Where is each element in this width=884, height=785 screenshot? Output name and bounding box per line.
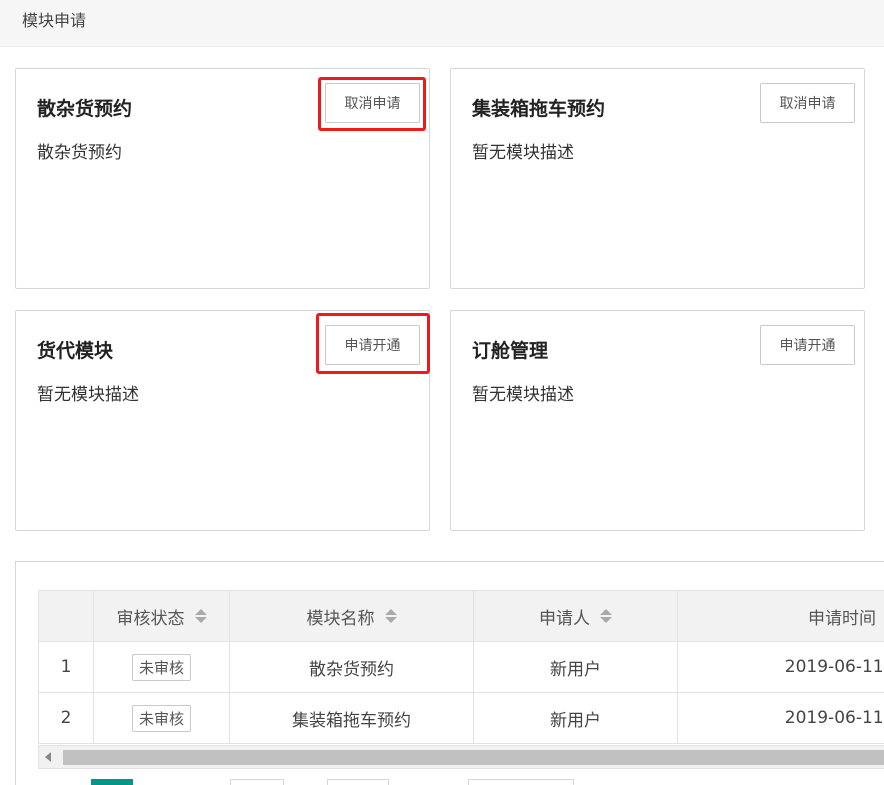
card-description: 暂无模块描述 <box>37 385 139 405</box>
pagination-control[interactable] <box>230 779 284 785</box>
card-title: 散杂货预约 <box>37 98 133 120</box>
column-header-time[interactable]: 申请时间 <box>677 590 884 642</box>
module-name-cell: 集装箱拖车预约 <box>229 692 474 744</box>
apply-time-cell: 2019-06-11 11:22 <box>677 641 884 693</box>
card-description: 散杂货预约 <box>37 143 122 163</box>
application-table: 审核状态 模块名称 申请人 申请时间 1 未审核 散杂货预约 新用户 2019-… <box>38 590 884 744</box>
card-title: 订舱管理 <box>472 340 549 362</box>
applicant-cell: 新用户 <box>473 692 678 744</box>
table-row[interactable]: 2 未审核 集装箱拖车预约 新用户 2019-06-11 11:22 <box>38 692 884 744</box>
status-cell: 未审核 <box>93 692 230 744</box>
module-card-freight-forwarding: 货代模块 暂无模块描述 申请开通 <box>15 310 430 531</box>
cancel-application-button[interactable]: 取消申请 <box>325 83 420 123</box>
page-title: 模块申请 <box>22 11 87 30</box>
page-header: 模块申请 <box>0 0 884 47</box>
sort-icon[interactable] <box>600 609 612 623</box>
scroll-left-arrow-icon[interactable] <box>45 752 51 762</box>
column-header-label: 申请人 <box>539 608 590 629</box>
card-description: 暂无模块描述 <box>472 385 574 405</box>
card-description: 暂无模块描述 <box>472 143 574 163</box>
column-header-index <box>38 590 94 642</box>
sort-icon[interactable] <box>384 609 397 623</box>
module-card-bulk-cargo: 散杂货预约 散杂货预约 取消申请 <box>15 68 430 289</box>
row-index: 2 <box>38 692 94 744</box>
column-header-module[interactable]: 模块名称 <box>229 590 474 642</box>
column-header-label: 审核状态 <box>116 608 185 629</box>
table-row[interactable]: 1 未审核 散杂货预约 新用户 2019-06-11 11:22 <box>38 641 884 693</box>
module-name-cell: 散杂货预约 <box>229 641 474 693</box>
card-title: 货代模块 <box>37 340 114 362</box>
cancel-application-button[interactable]: 取消申请 <box>760 83 855 123</box>
pagination <box>38 776 884 785</box>
column-header-label: 模块名称 <box>306 608 375 629</box>
row-index: 1 <box>38 641 94 693</box>
table-header-row: 审核状态 模块名称 申请人 申请时间 <box>38 590 884 642</box>
status-badge: 未审核 <box>131 653 191 681</box>
card-title: 集装箱拖车预约 <box>472 98 606 120</box>
column-header-applicant[interactable]: 申请人 <box>473 590 678 642</box>
apply-open-button[interactable]: 申请开通 <box>760 325 855 365</box>
column-header-status[interactable]: 审核状态 <box>93 590 230 642</box>
status-cell: 未审核 <box>93 641 230 693</box>
pagination-control[interactable] <box>468 779 574 785</box>
apply-open-button[interactable]: 申请开通 <box>325 325 420 365</box>
applicant-cell: 新用户 <box>473 641 678 693</box>
horizontal-scrollbar[interactable] <box>38 745 884 769</box>
module-application-page: 模块申请 散杂货预约 散杂货预约 取消申请 集装箱拖车预约 暂无模块描述 取消申… <box>0 0 884 785</box>
pagination-current-page[interactable] <box>91 779 133 785</box>
application-table-panel: 审核状态 模块名称 申请人 申请时间 1 未审核 散杂货预约 新用户 2019-… <box>15 561 884 785</box>
module-card-container-trailer: 集装箱拖车预约 暂无模块描述 取消申请 <box>450 68 865 289</box>
column-header-label: 申请时间 <box>808 608 876 629</box>
module-card-booking-management: 订舱管理 暂无模块描述 申请开通 <box>450 310 865 531</box>
status-badge: 未审核 <box>131 704 191 732</box>
table-container: 审核状态 模块名称 申请人 申请时间 1 未审核 散杂货预约 新用户 2019-… <box>38 590 884 745</box>
apply-time-cell: 2019-06-11 11:22 <box>677 692 884 744</box>
scrollbar-thumb[interactable] <box>63 750 884 765</box>
sort-icon[interactable] <box>194 609 207 623</box>
pagination-control[interactable] <box>327 779 389 785</box>
